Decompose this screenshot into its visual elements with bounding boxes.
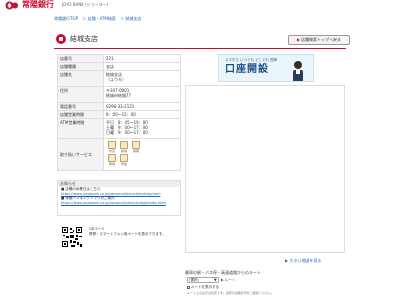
- service-investment-trust-icon: [120, 141, 128, 149]
- row-key: 電話番号: [57, 102, 104, 111]
- banner-title: 口座開設: [225, 64, 269, 75]
- checkbox-icon: [187, 285, 190, 289]
- table-row: ATM営業時間 平日 8：45～19：00 土曜 9：00～17：00 日曜 9：…: [57, 118, 181, 139]
- service-insurance-icon: [132, 141, 140, 149]
- page: 常陽銀行 JOYO BANK (ジョーヨー) 常陽銀行TOP ＞ 店舗・ATM検…: [0, 0, 400, 300]
- person-illustration-icon: [293, 61, 303, 81]
- breadcrumb-current: ＞ 結城支店: [120, 16, 142, 21]
- table-row: 店舗名 結城支店 （ユウキ）: [57, 70, 181, 87]
- show-route-label: ルートを表示する: [191, 285, 219, 289]
- route-search: 最寄の駅・バス停・高速道路からのルート (選択) ▼ ▶ ルート ルートを表示する…: [185, 270, 345, 300]
- account-opening-banner[interactable]: スマホで いつでも どこでも 簡単 口座開設: [218, 54, 314, 82]
- table-row: 住所 〒307-0001 結城市結城77: [57, 86, 181, 103]
- route-note: ルート上の表示は目安です。実際の道路状況をご確認ください。: [187, 291, 274, 295]
- breadcrumb-search[interactable]: ＞ 店舗・ATM検索: [82, 16, 116, 21]
- service-label: 両替: [108, 162, 115, 166]
- chevron-right-icon: ▶: [296, 37, 301, 42]
- table-row: 店番号 221: [57, 54, 181, 63]
- breadcrumb: 常陽銀行TOP ＞ 店舗・ATM検索 ＞ 結城支店: [54, 16, 144, 21]
- show-route-checkbox[interactable]: ルートを表示する: [187, 285, 219, 289]
- row-key: 店舗営業時間: [57, 110, 104, 119]
- service-foreign-currency-icon: [108, 141, 116, 149]
- route-go-button[interactable]: ▶ ルート: [221, 277, 235, 283]
- service-pension-icon: [120, 154, 128, 162]
- row-key: 住所: [57, 86, 104, 103]
- brand-subtitle: JOYO BANK (ジョーヨー): [62, 2, 109, 7]
- branch-icon: [56, 34, 66, 44]
- service-label: 外貨: [108, 149, 115, 153]
- row-value: 〒307-0001 結城市結城77: [103, 86, 181, 103]
- notice-link[interactable]: https://www.joyobank.co.jp/personal/serv…: [58, 201, 180, 206]
- breadcrumb-home[interactable]: 常陽銀行TOP: [54, 16, 78, 21]
- qr-description: 携帯・スマートフォン用ページを表示できます。: [89, 232, 166, 236]
- page-title: 結城支店: [70, 35, 98, 43]
- top-bar: 常陽銀行 JOYO BANK (ジョーヨー): [0, 0, 400, 10]
- row-value: 平日 8：45～19：00 土曜 9：00～17：00 日曜 9：00～17：0…: [103, 118, 181, 139]
- row-value: 結城支店 （ユウキ）: [103, 70, 181, 87]
- service-label: 年金: [120, 162, 127, 166]
- route-origin-select[interactable]: (選択) ▼: [187, 277, 219, 283]
- row-value: 221: [103, 54, 181, 63]
- service-label: 投信: [120, 149, 127, 153]
- brand-name[interactable]: 常陽銀行: [22, 0, 54, 10]
- row-key: 取り扱いサービス: [57, 138, 104, 171]
- route-origin-value: (選択): [189, 278, 199, 282]
- row-value: 0296-33-2121: [103, 102, 181, 111]
- table-row: 店舗種類 支店: [57, 62, 181, 71]
- map-area[interactable]: [185, 85, 345, 253]
- row-key: ATM営業時間: [57, 118, 104, 139]
- notice-box: お知らせ ■ 店舗の休業日はこちら https://www.joyobank.c…: [57, 180, 181, 216]
- service-label: 保険: [132, 149, 139, 153]
- chevron-down-icon: ▼: [214, 278, 217, 282]
- service-icons: 外貨 投信 保険 両替 年金: [108, 141, 178, 166]
- table-row: 店舗営業時間 9：00～15：00: [57, 110, 181, 119]
- qr-code-icon: [61, 226, 83, 248]
- bank-logo-icon[interactable]: [5, 1, 19, 10]
- row-key: 店舗種類: [57, 62, 104, 71]
- table-row: 電話番号 0296-33-2121: [57, 102, 181, 111]
- row-key: 店番号: [57, 54, 104, 63]
- row-value: 9：00～15：00: [103, 110, 181, 119]
- qr-title: QRコード: [89, 227, 105, 231]
- large-map-link[interactable]: ▶ 大きい地図を見る: [285, 258, 321, 264]
- service-exchange-icon: [108, 154, 116, 162]
- row-key: 店舗名: [57, 70, 104, 87]
- route-heading: 最寄の駅・バス停・高速道路からのルート: [185, 270, 261, 275]
- row-value: 支店: [103, 62, 181, 71]
- banner-subtitle: スマホで いつでも どこでも 簡単: [225, 58, 278, 62]
- back-to-search-button[interactable]: ▶店舗検索トップへ戻る: [288, 35, 350, 45]
- back-to-search-label: 店舗検索トップへ戻る: [301, 37, 342, 42]
